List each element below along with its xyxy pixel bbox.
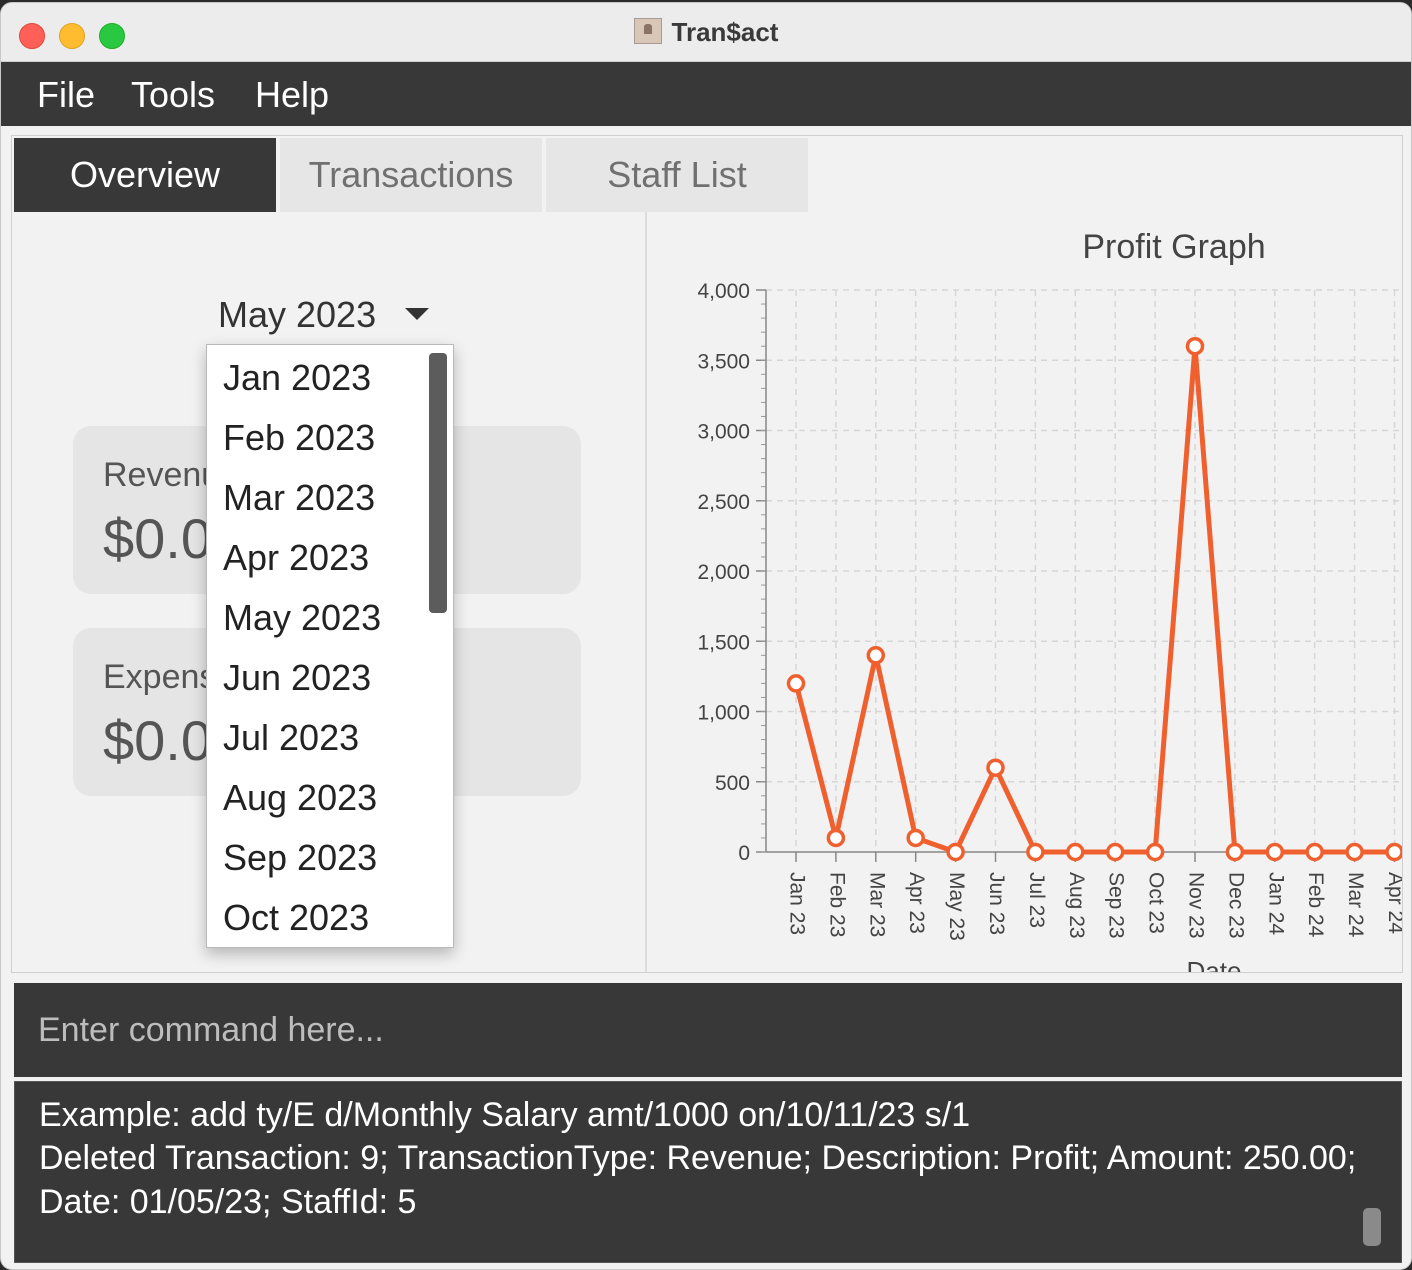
data-point <box>1185 336 1205 356</box>
month-select[interactable]: May 2023 <box>218 294 376 336</box>
series-line <box>793 343 1395 855</box>
x-tick-label: Jan 23 <box>785 872 808 935</box>
x-tick-label: Aug 23 <box>1065 872 1088 939</box>
command-input[interactable] <box>14 983 1402 1077</box>
dropdown-option[interactable]: Apr 2023 <box>223 537 369 579</box>
x-tick-label: Oct 23 <box>1145 872 1168 934</box>
command-box <box>14 983 1402 1079</box>
result-line: Example: add ty/E d/Monthly Salary amt/1… <box>39 1096 971 1134</box>
expense-label: Expens <box>103 658 217 696</box>
dropdown-option[interactable]: May 2023 <box>223 597 381 639</box>
profit-chart: Profit Graph 0 500 1,000 1,500 2,000 2,500 3,00… <box>648 216 1407 986</box>
data-point <box>986 758 1005 777</box>
y-tick-label: 0 <box>738 842 750 865</box>
data-point <box>1225 842 1245 862</box>
main-content: Overview Transactions Staff List May 202… <box>11 135 1407 986</box>
data-point <box>1105 842 1125 862</box>
menu-tools[interactable]: Tools <box>131 74 215 116</box>
data-point <box>1026 842 1045 862</box>
x-tick-label: Nov 23 <box>1184 872 1207 939</box>
tab-overview[interactable]: Overview <box>14 138 276 212</box>
x-tick-label: Jan 24 <box>1264 872 1287 935</box>
data-point <box>1265 842 1285 862</box>
x-tick-label: Jul 23 <box>1025 872 1048 928</box>
chart-title: Profit Graph <box>1082 228 1265 266</box>
menu-file[interactable]: File <box>37 74 95 116</box>
result-line: Deleted Transaction: 9; TransactionType:… <box>39 1139 1357 1177</box>
data-point <box>826 828 846 848</box>
data-point <box>1066 842 1085 862</box>
y-tick-label: 500 <box>715 772 750 795</box>
dropdown-option[interactable]: Oct 2023 <box>223 897 369 939</box>
x-tick-label: Feb 24 <box>1304 872 1327 938</box>
data-point <box>786 674 806 693</box>
y-tick-label: 2,500 <box>697 491 750 514</box>
dropdown-option[interactable]: Aug 2023 <box>223 777 377 819</box>
x-tick-label: Feb 23 <box>825 872 848 937</box>
dropdown-option[interactable]: Jan 2023 <box>223 357 371 399</box>
title-bar: Tran$act <box>1 3 1411 62</box>
y-tick-label: 4,000 <box>697 280 750 303</box>
menu-help[interactable]: Help <box>255 74 329 116</box>
y-tick-label: 2,000 <box>697 561 750 584</box>
x-tick-label: Jun 23 <box>985 872 1008 935</box>
result-display: Example: add ty/E d/Monthly Salary amt/1… <box>14 1081 1402 1263</box>
y-tick-label: 3,500 <box>697 350 750 373</box>
menu-bar: File Tools Help <box>1 62 1411 126</box>
window-title: Tran$act <box>1 17 1411 48</box>
data-point <box>866 646 886 665</box>
dropdown-option[interactable]: Jun 2023 <box>223 657 371 699</box>
x-tick-label: Apr 23 <box>905 872 928 934</box>
data-point <box>946 842 965 862</box>
tab-transactions[interactable]: Transactions <box>280 138 542 212</box>
dropdown-option[interactable]: Sep 2023 <box>223 837 377 879</box>
y-tick-label: 1,500 <box>697 631 750 654</box>
dropdown-option[interactable]: Jul 2023 <box>223 717 359 759</box>
x-tick-label: Mar 23 <box>865 872 888 937</box>
profit-chart-svg: Profit Graph 0 500 1,000 1,500 2,000 2,500 3,00… <box>697 228 1407 986</box>
x-tick-label: Dec 23 <box>1224 872 1247 939</box>
data-point <box>1385 842 1404 862</box>
data-point <box>1345 842 1364 862</box>
window-title-text: Tran$act <box>671 17 779 47</box>
expense-value: $0.0 <box>103 709 212 772</box>
x-tick-label: Apr 24 <box>1384 872 1402 934</box>
x-tick-label: Mar 24 <box>1344 872 1367 938</box>
tab-staff-list[interactable]: Staff List <box>546 138 808 212</box>
x-axis-label: Date <box>1187 956 1242 972</box>
revenue-value: $0.0 <box>103 507 212 570</box>
dropdown-option[interactable]: Mar 2023 <box>223 477 375 519</box>
x-tick-label: May 23 <box>945 872 968 941</box>
y-tick-label: 3,000 <box>697 421 750 444</box>
dropdown-scrollbar[interactable] <box>429 353 447 613</box>
dropdown-option[interactable]: Feb 2023 <box>223 417 375 459</box>
app-window: Tran$act File Tools Help Overview Transa… <box>0 2 1412 1270</box>
result-line: Date: 01/05/23; StaffId: 5 <box>39 1183 417 1221</box>
data-point <box>1305 842 1324 862</box>
split-divider[interactable] <box>645 212 647 972</box>
month-dropdown-list[interactable]: Jan 2023 Feb 2023 Mar 2023 Apr 2023 May … <box>206 344 454 948</box>
x-tick-label: Sep 23 <box>1105 872 1128 939</box>
data-point <box>906 828 925 848</box>
app-icon <box>633 18 662 44</box>
revenue-label: Revenu <box>103 456 221 494</box>
chevron-down-icon[interactable] <box>405 308 429 320</box>
result-scrollbar[interactable] <box>1363 1208 1381 1246</box>
data-point <box>1145 842 1165 862</box>
y-tick-label: 1,000 <box>697 702 750 725</box>
